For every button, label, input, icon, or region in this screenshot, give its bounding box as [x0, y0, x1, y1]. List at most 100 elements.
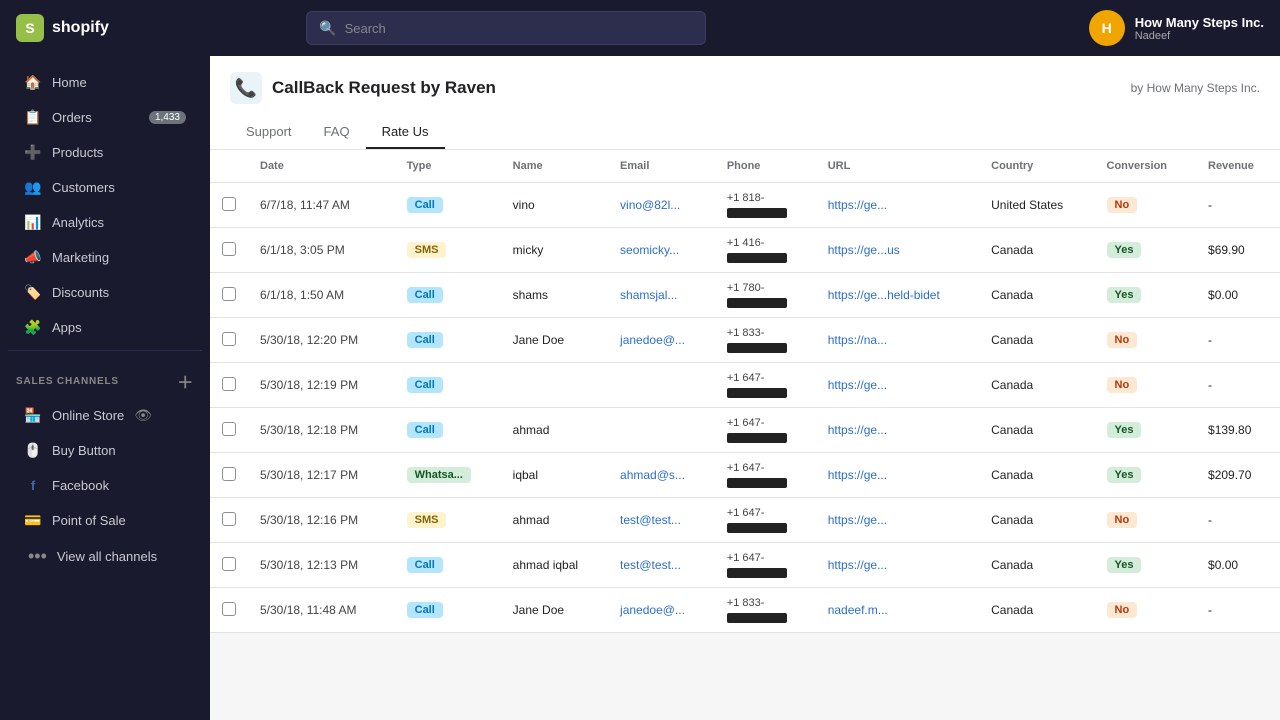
url-link[interactable]: https://ge...us [828, 243, 900, 257]
email-link[interactable]: ahmad@s... [620, 468, 685, 482]
url-link[interactable]: https://ge... [828, 558, 887, 572]
row-checkbox[interactable] [222, 467, 236, 481]
cell-name [501, 363, 608, 408]
cell-date: 5/30/18, 12:18 PM [248, 408, 395, 453]
col-email: Email [608, 150, 715, 183]
col-phone: Phone [715, 150, 816, 183]
cell-phone: +1 833- [715, 588, 816, 633]
avatar: H [1089, 10, 1125, 46]
url-link[interactable]: https://ge... [828, 423, 887, 437]
cell-date: 5/30/18, 12:19 PM [248, 363, 395, 408]
url-link[interactable]: https://ge... [828, 378, 887, 392]
row-checkbox[interactable] [222, 332, 236, 346]
view-all-channels[interactable]: ••• View all channels [8, 538, 202, 575]
sidebar-item-products[interactable]: ➕ Products [8, 135, 202, 169]
sidebar-divider [8, 350, 202, 351]
email-link[interactable]: test@test... [620, 513, 681, 527]
cell-country: Canada [979, 453, 1094, 498]
cell-name: Jane Doe [501, 588, 608, 633]
app-header: 📞 CallBack Request by Raven by How Many … [210, 56, 1280, 150]
tab-rate-us[interactable]: Rate Us [366, 116, 445, 149]
col-type: Type [395, 150, 501, 183]
cell-date: 5/30/18, 12:20 PM [248, 318, 395, 363]
app-title-inner: 📞 CallBack Request by Raven [230, 72, 496, 104]
sidebar-item-online-store[interactable]: 🏪 Online Store 👁 [8, 398, 202, 432]
shopify-logo[interactable]: S shopify [16, 14, 109, 42]
sidebar-item-discounts[interactable]: 🏷️ Discounts [8, 275, 202, 309]
by-label: by How Many Steps Inc. [1131, 81, 1260, 95]
type-badge: SMS [407, 242, 447, 258]
eye-icon[interactable]: 👁 [134, 407, 152, 424]
cell-email: shamsjal... [608, 273, 715, 318]
facebook-icon: f [24, 476, 42, 494]
table-row: 5/30/18, 12:17 PM Whatsа... iqbal ahmad@… [210, 453, 1280, 498]
cell-conversion: Yes [1095, 228, 1197, 273]
col-revenue: Revenue [1196, 150, 1280, 183]
sidebar-item-label: Customers [52, 180, 115, 195]
email-link[interactable]: vino@82l... [620, 198, 680, 212]
url-link[interactable]: https://ge... [828, 198, 887, 212]
shopify-logo-text: shopify [52, 19, 109, 37]
email-link[interactable]: shamsjal... [620, 288, 677, 302]
sales-channels-header: SALES CHANNELS ＋ [0, 357, 210, 397]
sidebar-item-label: Analytics [52, 215, 104, 230]
url-link[interactable]: https://ge...held-bidet [828, 288, 940, 302]
email-link[interactable]: test@test... [620, 558, 681, 572]
cell-email: test@test... [608, 498, 715, 543]
row-checkbox[interactable] [222, 422, 236, 436]
cell-type: Call [395, 543, 501, 588]
table-row: 5/30/18, 12:16 PM SMS ahmad test@test...… [210, 498, 1280, 543]
cell-revenue: - [1196, 363, 1280, 408]
cell-email: ahmad@s... [608, 453, 715, 498]
sidebar-item-buy-button[interactable]: 🖱️ Buy Button [8, 433, 202, 467]
cell-conversion: Yes [1095, 273, 1197, 318]
cell-name: ahmad [501, 408, 608, 453]
conversion-badge: Yes [1107, 287, 1142, 303]
cell-revenue: $69.90 [1196, 228, 1280, 273]
cell-country: Canada [979, 408, 1094, 453]
url-link[interactable]: nadeef.m... [828, 603, 888, 617]
cell-country: Canada [979, 228, 1094, 273]
cell-phone: +1 416- [715, 228, 816, 273]
tab-faq[interactable]: FAQ [308, 116, 366, 149]
conversion-badge: No [1107, 602, 1138, 618]
cell-revenue: $209.70 [1196, 453, 1280, 498]
url-link[interactable]: https://na... [828, 333, 887, 347]
row-checkbox[interactable] [222, 242, 236, 256]
row-checkbox[interactable] [222, 512, 236, 526]
cell-type: Call [395, 183, 501, 228]
row-checkbox[interactable] [222, 602, 236, 616]
cell-type: Whatsа... [395, 453, 501, 498]
sidebar-item-home[interactable]: 🏠 Home [8, 65, 202, 99]
conversion-badge: No [1107, 197, 1138, 213]
user-badge: H How Many Steps Inc. Nadeef [1089, 10, 1264, 46]
products-icon: ➕ [24, 143, 42, 161]
search-input[interactable] [345, 21, 694, 36]
sidebar-item-label: View all channels [57, 549, 157, 564]
email-link[interactable]: seomicky... [620, 243, 679, 257]
cell-date: 5/30/18, 11:48 AM [248, 588, 395, 633]
row-checkbox[interactable] [222, 197, 236, 211]
email-link[interactable]: janedoe@... [620, 333, 685, 347]
sidebar-item-analytics[interactable]: 📊 Analytics [8, 205, 202, 239]
sidebar-item-facebook[interactable]: f Facebook [8, 468, 202, 502]
sidebar-item-customers[interactable]: 👥 Customers [8, 170, 202, 204]
topnav: S shopify 🔍 H How Many Steps Inc. Nadeef [0, 0, 1280, 56]
add-channel-icon[interactable]: ＋ [177, 369, 194, 393]
sidebar-item-marketing[interactable]: 📣 Marketing [8, 240, 202, 274]
row-checkbox[interactable] [222, 287, 236, 301]
cell-conversion: No [1095, 318, 1197, 363]
cell-email: janedoe@... [608, 318, 715, 363]
sidebar-item-orders[interactable]: 📋 Orders 1,433 [8, 100, 202, 134]
row-checkbox[interactable] [222, 557, 236, 571]
tab-support[interactable]: Support [230, 116, 308, 149]
row-checkbox[interactable] [222, 377, 236, 391]
cell-email: test@test... [608, 543, 715, 588]
sidebar-item-label: Marketing [52, 250, 109, 265]
cell-country: Canada [979, 273, 1094, 318]
sidebar-item-pos[interactable]: 💳 Point of Sale [8, 503, 202, 537]
sidebar-item-apps[interactable]: 🧩 Apps [8, 310, 202, 344]
url-link[interactable]: https://ge... [828, 513, 887, 527]
email-link[interactable]: janedoe@... [620, 603, 685, 617]
url-link[interactable]: https://ge... [828, 468, 887, 482]
